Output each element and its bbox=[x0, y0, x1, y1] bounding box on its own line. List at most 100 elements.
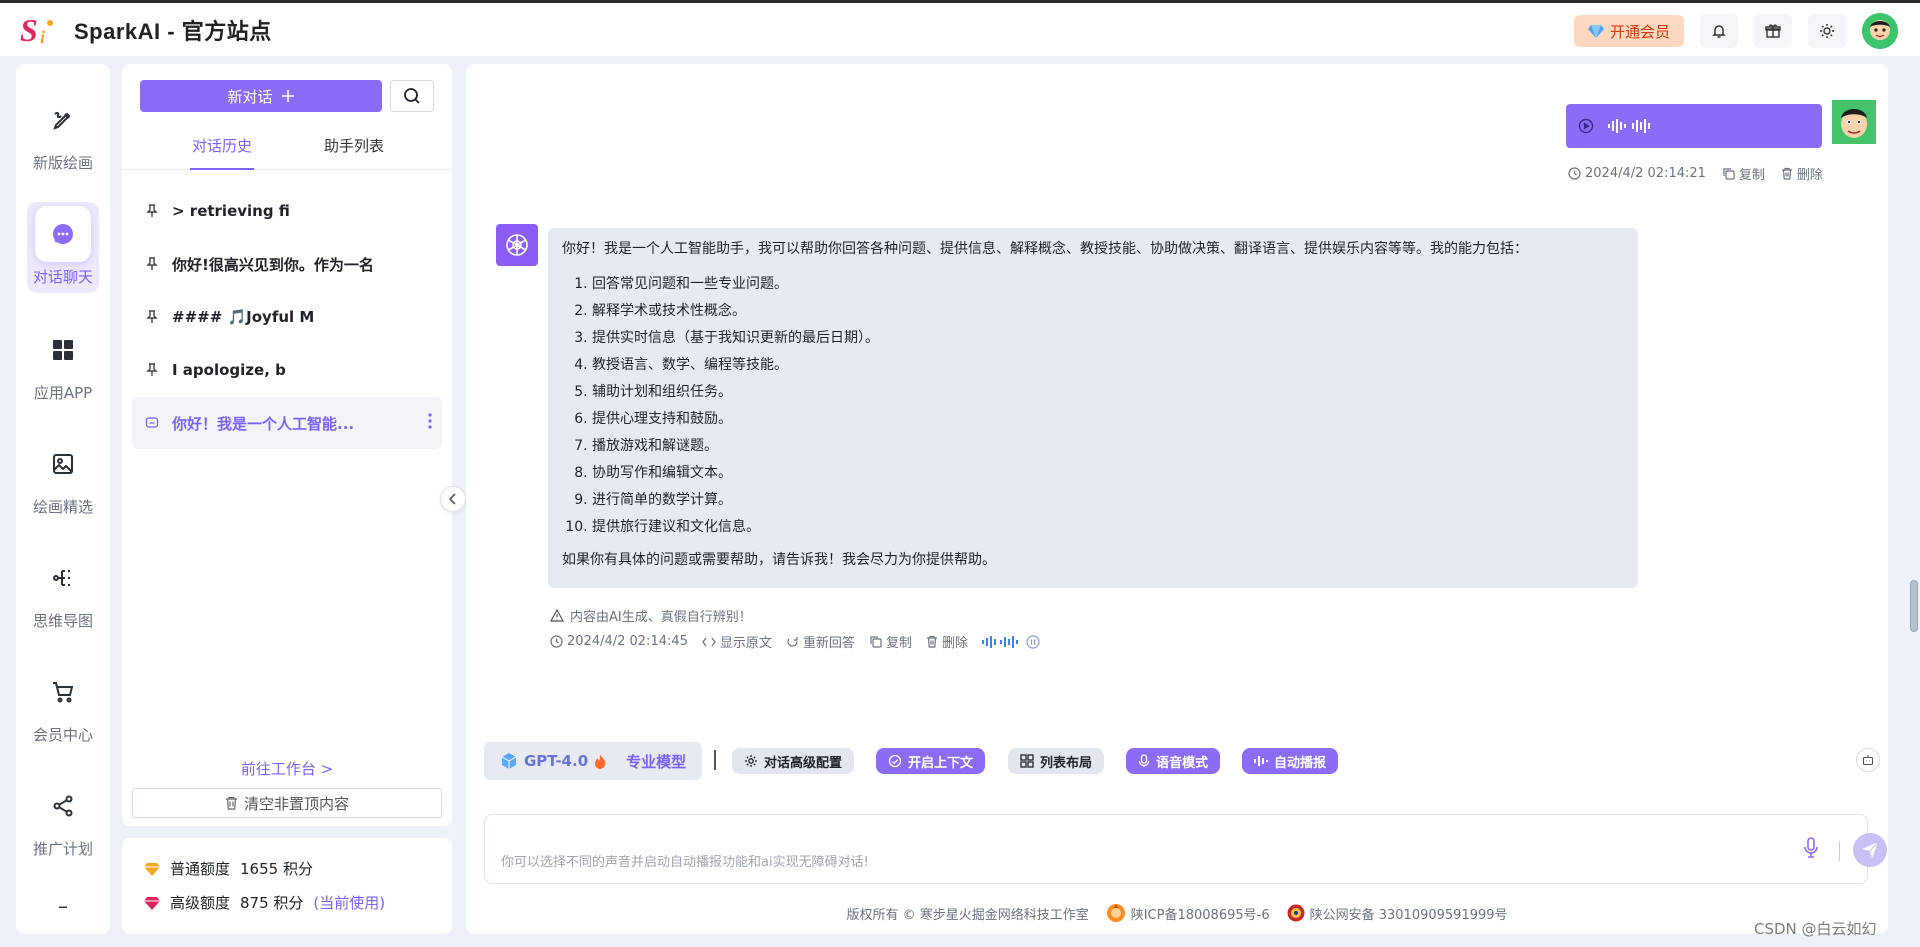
police-link[interactable]: 陕公网安备 33010909591999号 bbox=[1286, 903, 1508, 923]
goto-workspace-link[interactable]: 前往工作台 > bbox=[122, 758, 452, 779]
mic-button[interactable] bbox=[1803, 837, 1819, 859]
nav-item-chat[interactable]: 对话聊天 bbox=[16, 202, 110, 293]
show-raw-button[interactable]: 显示原文 bbox=[702, 632, 772, 651]
image-icon bbox=[35, 436, 91, 492]
scrollbar-thumb[interactable] bbox=[1910, 580, 1918, 632]
nav-item-new-drawing[interactable]: 新版绘画 bbox=[16, 92, 110, 173]
pin-icon[interactable] bbox=[144, 363, 160, 377]
bot-intro: 你好！我是一个人工智能助手，我可以帮助你回答各种问题、提供信息、解释概念、教授技… bbox=[562, 241, 1528, 257]
plugin-button[interactable] bbox=[1856, 748, 1880, 772]
top-header: S i SparkAI - 官方站点 开通会员 bbox=[0, 0, 1920, 56]
send-button[interactable] bbox=[1853, 833, 1887, 867]
conversation-title: 你好！我是一个人工智能... bbox=[172, 414, 355, 433]
copy-button[interactable]: 复制 bbox=[1722, 164, 1765, 183]
share-icon bbox=[35, 778, 91, 834]
collapse-sidebar-button[interactable] bbox=[440, 486, 466, 512]
nav-more-button[interactable]: – bbox=[16, 894, 110, 918]
minus-icon: – bbox=[58, 894, 68, 918]
advanced-config-button[interactable]: 对话高级配置 bbox=[732, 748, 855, 774]
clear-unpinned-button[interactable]: 清空非置顶内容 bbox=[132, 788, 442, 818]
quota-normal-value: 1655 积分 bbox=[240, 860, 313, 878]
pin-icon[interactable] bbox=[144, 204, 160, 218]
nav-item-membership[interactable]: 会员中心 bbox=[16, 664, 110, 745]
footer: 版权所有 © 寒步星火掘金网络科技工作室 陕ICP备18008695号-6 陕公… bbox=[466, 902, 1888, 924]
gift-button[interactable] bbox=[1754, 14, 1792, 48]
sun-icon bbox=[1819, 23, 1835, 39]
fire-icon bbox=[594, 753, 606, 769]
bot-message: 你好！我是一个人工智能助手，我可以帮助你回答各种问题、提供信息、解释概念、教授技… bbox=[548, 228, 1638, 588]
notification-button[interactable] bbox=[1700, 14, 1738, 48]
tab-assistants[interactable]: 助手列表 bbox=[322, 134, 386, 170]
nav-item-gallery[interactable]: 绘画精选 bbox=[16, 436, 110, 517]
tab-history[interactable]: 对话历史 bbox=[190, 134, 254, 170]
conversation-item[interactable]: 你好!很高兴见到你。作为一名 bbox=[132, 238, 442, 290]
conversation-panel: 新对话 对话历史 助手列表 > retrieving fi 你好!很高兴见到你。… bbox=[122, 64, 452, 826]
csdn-watermark: CSDN @白云如幻 bbox=[1754, 920, 1877, 938]
vip-button[interactable]: 开通会员 bbox=[1573, 15, 1684, 47]
pause-circle-icon bbox=[1026, 634, 1040, 649]
mic-icon bbox=[1138, 754, 1150, 768]
conversation-item[interactable]: I apologize, b bbox=[132, 344, 442, 396]
list-layout-button[interactable]: 列表布局 bbox=[1008, 748, 1105, 774]
message-input[interactable] bbox=[501, 855, 1701, 870]
list-item: 进行简单的数学计算。 bbox=[592, 487, 1624, 514]
user-avatar-top[interactable] bbox=[1862, 13, 1898, 49]
model-selector[interactable]: GPT-4.0 专业模型 bbox=[484, 742, 702, 780]
icp-link[interactable]: 陕ICP备18008695号-6 bbox=[1105, 902, 1270, 924]
gold-diamond-icon bbox=[144, 862, 160, 876]
list-item: 辅助计划和组织任务。 bbox=[592, 379, 1624, 406]
more-vertical-icon[interactable] bbox=[428, 413, 432, 429]
quota-normal: 普通额度 1655 积分 bbox=[144, 858, 313, 879]
theme-toggle-button[interactable] bbox=[1808, 14, 1846, 48]
conversation-title: > retrieving fi bbox=[172, 202, 290, 220]
waveform-icon bbox=[1608, 118, 1654, 134]
cart-icon bbox=[35, 664, 91, 720]
trash-icon bbox=[225, 796, 238, 810]
chat-bubble-icon bbox=[34, 206, 91, 262]
list-item: 解释学术或技术性概念。 bbox=[592, 298, 1624, 325]
app-title: SparkAI - 官方站点 bbox=[74, 18, 272, 44]
gear-icon bbox=[744, 754, 758, 768]
model-name: GPT-4.0 bbox=[524, 752, 589, 770]
nav-item-referral[interactable]: 推广计划 bbox=[16, 778, 110, 859]
audio-play-button[interactable] bbox=[981, 634, 1040, 649]
left-nav: 新版绘画 对话聊天 应用APP 绘画精选 思维导图 会员中心 推广计划 – bbox=[16, 64, 110, 934]
red-diamond-icon bbox=[144, 896, 160, 910]
pin-icon[interactable] bbox=[144, 310, 160, 324]
waveform-icon bbox=[981, 635, 1022, 648]
clear-label: 清空非置顶内容 bbox=[243, 794, 349, 813]
input-separator bbox=[1839, 841, 1840, 861]
search-button[interactable] bbox=[390, 80, 434, 112]
clock-icon bbox=[1568, 167, 1581, 180]
voice-mode-button[interactable]: 语音模式 bbox=[1126, 748, 1221, 774]
conversation-item[interactable]: > retrieving fi bbox=[132, 185, 442, 237]
conversation-item-active[interactable]: 你好！我是一个人工智能... bbox=[132, 397, 442, 449]
user-voice-message[interactable] bbox=[1566, 104, 1822, 148]
nav-item-apps[interactable]: 应用APP bbox=[16, 322, 110, 403]
copy-button[interactable]: 复制 bbox=[869, 632, 912, 651]
capability-list: 回答常见问题和一些专业问题。 解释学术或技术性概念。 提供实时信息（基于我知识更… bbox=[562, 271, 1624, 541]
chevron-left-icon bbox=[448, 493, 458, 505]
regenerate-button[interactable]: 重新回答 bbox=[786, 632, 855, 651]
quota-advanced: 高级额度 875 积分 (当前使用) bbox=[144, 892, 385, 913]
bot-outro: 如果你有具体的问题或需要帮助，请告诉我！我会尽力为你提供帮助。 bbox=[562, 552, 996, 568]
nav-item-mindmap[interactable]: 思维导图 bbox=[16, 550, 110, 631]
toolbar-separator bbox=[714, 750, 716, 770]
model-tag: 专业模型 bbox=[626, 752, 687, 771]
new-chat-button[interactable]: 新对话 bbox=[140, 80, 382, 112]
delete-button[interactable]: 删除 bbox=[1781, 164, 1823, 183]
current-use-tag: (当前使用) bbox=[313, 894, 386, 912]
delete-button[interactable]: 删除 bbox=[926, 632, 968, 651]
logo[interactable]: S i SparkAI - 官方站点 bbox=[20, 13, 272, 47]
chat-icon bbox=[144, 416, 160, 430]
gift-icon bbox=[1765, 23, 1781, 39]
list-item: 提供实时信息（基于我知识更新的最后日期）。 bbox=[592, 325, 1624, 352]
auto-broadcast-button[interactable]: 自动播报 bbox=[1242, 748, 1339, 774]
pin-icon[interactable] bbox=[144, 257, 160, 271]
conversation-item[interactable]: #### 🎵Joyful M bbox=[132, 291, 442, 343]
context-toggle-button[interactable]: 开启上下文 bbox=[876, 748, 986, 774]
play-icon[interactable] bbox=[1578, 118, 1594, 134]
sidebar-tabs: 对话历史 助手列表 bbox=[122, 134, 452, 170]
bot-avatar bbox=[496, 224, 538, 266]
conversation-title: I apologize, b bbox=[172, 361, 286, 379]
